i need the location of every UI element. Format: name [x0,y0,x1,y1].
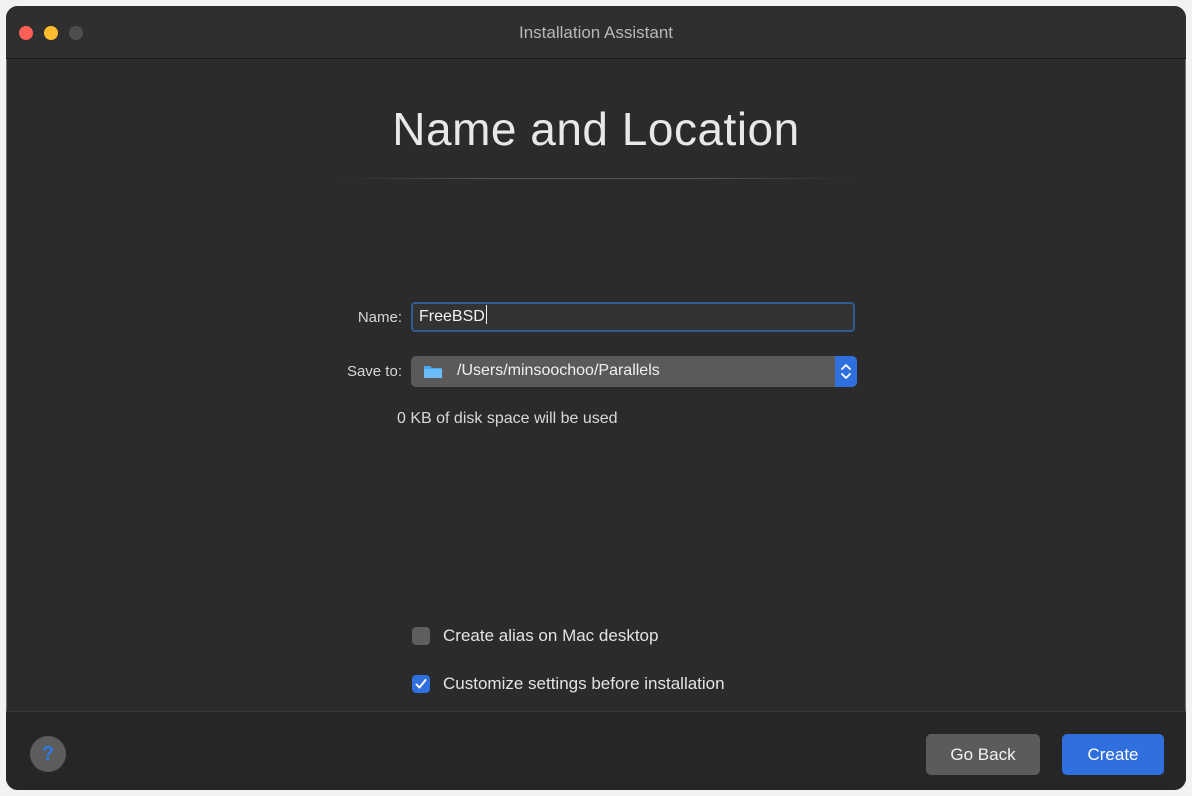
name-input[interactable]: FreeBSD [411,302,855,332]
create-alias-label[interactable]: Create alias on Mac desktop [443,626,658,646]
name-label: Name: [357,309,402,326]
customize-settings-label[interactable]: Customize settings before installation [443,674,725,694]
heading-divider [340,178,850,179]
title-bar[interactable]: Installation Assistant [6,6,1186,59]
customize-settings-checkbox[interactable] [412,675,430,693]
go-back-button[interactable]: Go Back [926,734,1040,775]
folder-icon [423,364,443,379]
window-title: Installation Assistant [518,23,674,42]
save-to-popup[interactable]: /Users/minsoochoo/Parallels [411,356,857,387]
save-to-value: /Users/minsoochoo/Parallels [457,362,660,379]
installation-assistant-window: Installation Assistant Name and Location… [6,6,1186,790]
page-heading: Name and Location [392,103,800,155]
text-caret [485,305,487,324]
stepper-icon[interactable] [835,356,857,387]
save-to-label: Save to: [346,363,402,380]
name-input-value: FreeBSD [419,308,485,325]
create-alias-checkbox[interactable] [412,627,430,645]
footer-bar: ? Go Back Create [6,711,1186,790]
disk-usage-info: 0 KB of disk space will be used [397,410,618,427]
checkmark-icon [412,679,430,697]
help-button[interactable]: ? [30,736,66,772]
create-button[interactable]: Create [1062,734,1164,775]
